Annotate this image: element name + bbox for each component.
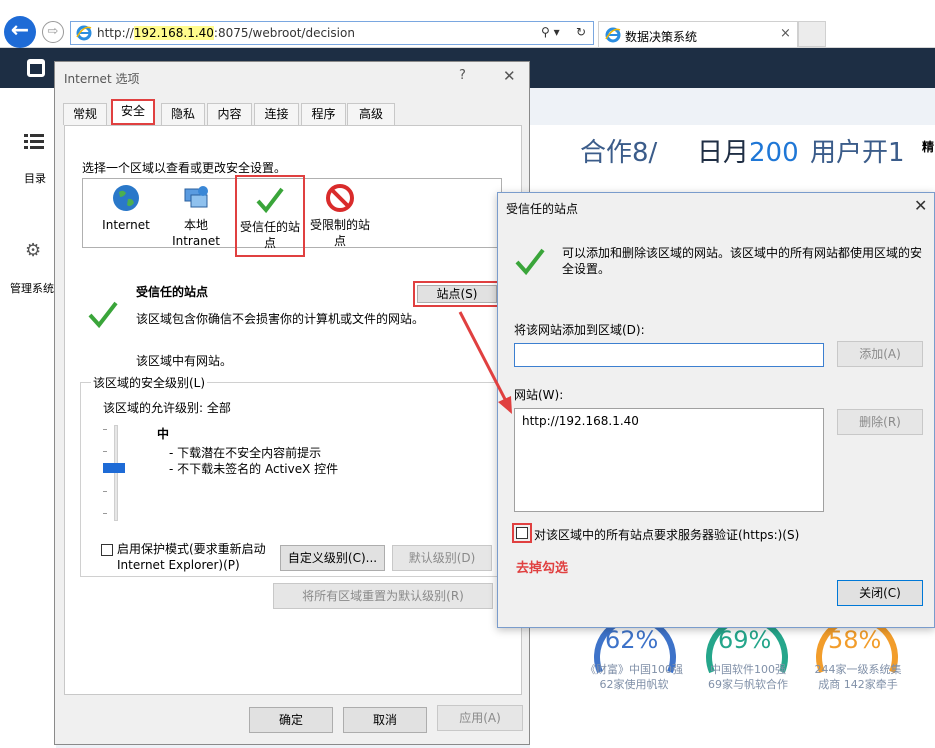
level-name: 中: [157, 427, 170, 441]
require-https-checkbox[interactable]: [516, 527, 528, 539]
menu-list-icon[interactable]: [24, 134, 44, 150]
search-dropdown-icon[interactable]: ⚲ ▾: [541, 25, 560, 39]
close-button[interactable]: 关闭(C): [837, 580, 923, 606]
default-level-button[interactable]: 默认级别(D): [392, 545, 492, 571]
custom-level-button[interactable]: 自定义级别(C)...: [280, 545, 385, 571]
tab-advanced[interactable]: 高级: [347, 103, 395, 125]
slider-thumb[interactable]: [103, 463, 125, 473]
tab-security[interactable]: 安全: [111, 99, 155, 125]
refresh-icon[interactable]: ↻: [576, 25, 586, 39]
cancel-button[interactable]: 取消: [343, 707, 427, 733]
help-button[interactable]: ?: [459, 68, 466, 83]
annotation-highlight: 站点(S): [413, 281, 501, 307]
ok-button[interactable]: 确定: [249, 707, 333, 733]
level-description: - 下载潜在不安全内容前提示 - 不下载未签名的 ActiveX 控件: [169, 446, 339, 476]
browser-tab[interactable]: 数据决策系统 ×: [598, 21, 798, 47]
globe-icon: [113, 185, 139, 211]
close-icon[interactable]: ✕: [914, 196, 927, 215]
kpi-card-extra: 精: [922, 140, 935, 154]
tab-content[interactable]: 内容: [207, 103, 252, 125]
new-tab-button[interactable]: [798, 21, 826, 47]
sidebar-item-management[interactable]: 管理系统: [10, 280, 54, 296]
gauge-caption: 244家一级系统集 成商 142家牵手: [814, 663, 902, 691]
slider-tick: [103, 491, 107, 492]
tab-privacy[interactable]: 隐私: [161, 103, 205, 125]
prohibited-icon: [326, 184, 354, 212]
ie-logo-icon: [605, 27, 621, 43]
forward-button[interactable]: ⇨: [42, 21, 64, 43]
slider-tick: [103, 429, 107, 430]
tab-close-icon[interactable]: ×: [780, 26, 791, 41]
checkmark-icon: [256, 187, 284, 214]
gauge-value: 69%: [718, 626, 772, 654]
zone-note: 该区域中有网站。: [136, 354, 233, 368]
reset-all-zones-button[interactable]: 将所有区域重置为默认级别(R): [273, 583, 493, 609]
kpi-card-partners: 合作8/: [580, 138, 658, 168]
gauge-value: 58%: [828, 626, 882, 654]
sites-button[interactable]: 站点(S): [417, 285, 497, 303]
zone-title: 受信任的站点: [136, 285, 209, 299]
ie-logo-icon: [76, 25, 92, 41]
zone-prompt: 选择一个区域以查看或更改安全设置。: [82, 161, 287, 175]
zone-internet[interactable]: Internet: [91, 183, 161, 233]
add-site-button[interactable]: 添加(A): [837, 341, 923, 367]
allowed-level-label: 该区域的允许级别: 全部: [103, 401, 231, 415]
annotation-highlight: [512, 523, 532, 543]
gauge-caption: 中国软件100强 69家与帆软合作: [708, 663, 788, 691]
zone-local-intranet[interactable]: 本地 Intranet: [161, 183, 231, 249]
sites-list[interactable]: http://192.168.1.40: [514, 408, 824, 512]
tab-connections[interactable]: 连接: [254, 103, 299, 125]
address-url: http://192.168.1.40:8075/webroot/decisio…: [97, 26, 355, 40]
slider-tick: [103, 513, 107, 514]
browser-toolbar: ← ⇨ http://192.168.1.40:8075/webroot/dec…: [0, 0, 935, 48]
address-host: 192.168.1.40: [133, 26, 214, 40]
kpi-card-monthly: 日月200: [697, 138, 799, 168]
zone-description: 该区域包含你确信不会损害你的计算机或文件的网站。: [136, 312, 425, 326]
zone-trusted-sites[interactable]: 受信任的站 点: [235, 175, 305, 257]
security-tab-panel: 选择一个区域以查看或更改安全设置。 Internet 本地 Intranet 受…: [64, 125, 522, 695]
sites-list-label: 网站(W):: [514, 388, 564, 402]
app-logo-icon[interactable]: [27, 59, 45, 77]
security-level-slider[interactable]: [114, 425, 118, 521]
close-icon[interactable]: ✕: [503, 67, 516, 85]
add-site-input[interactable]: [514, 343, 824, 367]
gauge-caption: 《财富》中国100强 62家使用帆软: [585, 663, 683, 691]
dialog-title: Internet 选项: [64, 72, 140, 86]
gear-icon[interactable]: ⚙: [25, 240, 41, 261]
zone-restricted-sites[interactable]: 受限制的站 点: [305, 183, 375, 249]
internet-options-dialog: Internet 选项 ? ✕ 常规 隐私 内容 连接 程序 高级 选择一个区域…: [54, 61, 530, 745]
address-bar[interactable]: http://192.168.1.40:8075/webroot/decisio…: [70, 21, 594, 45]
protected-mode-label: 启用保护模式(要求重新启动 Internet Explorer)(P): [117, 542, 266, 572]
dialog-description: 可以添加和删除该区域的网站。该区域中的所有网站都使用区域的安全设置。: [562, 246, 923, 276]
trusted-sites-dialog: 受信任的站点 ✕ 可以添加和删除该区域的网站。该区域中的所有网站都使用区域的安全…: [497, 192, 935, 628]
sidebar-item-catalog[interactable]: 目录: [24, 170, 46, 186]
remove-site-button[interactable]: 删除(R): [837, 409, 923, 435]
apply-button-wrap: 应用(A): [437, 705, 523, 735]
back-button[interactable]: ←: [4, 16, 36, 48]
tab-programs[interactable]: 程序: [301, 103, 346, 125]
add-site-label: 将该网站添加到区域(D):: [514, 323, 645, 337]
kpi-card-users: 用户开1: [810, 138, 905, 168]
protected-mode-checkbox[interactable]: [101, 544, 113, 556]
tab-title: 数据决策系统: [625, 30, 698, 44]
zone-list: Internet 本地 Intranet 受信任的站 点 受限制的站 点: [82, 175, 502, 257]
list-item[interactable]: http://192.168.1.40: [522, 414, 639, 428]
apply-button[interactable]: 应用(A): [437, 705, 523, 731]
checkmark-icon: [515, 248, 545, 276]
tab-general[interactable]: 常规: [63, 103, 107, 125]
gauge-value: 62%: [605, 626, 659, 654]
require-https-label: 对该区域中的所有站点要求服务器验证(https:)(S): [534, 528, 800, 542]
checkmark-icon: [88, 301, 118, 329]
slider-tick: [103, 451, 107, 452]
app-sidebar: [0, 88, 56, 748]
group-legend: 该区域的安全级别(L): [91, 374, 208, 391]
intranet-icon: [184, 186, 208, 208]
dialog-title: 受信任的站点: [506, 202, 579, 216]
annotation-text: 去掉勾选: [516, 561, 569, 576]
